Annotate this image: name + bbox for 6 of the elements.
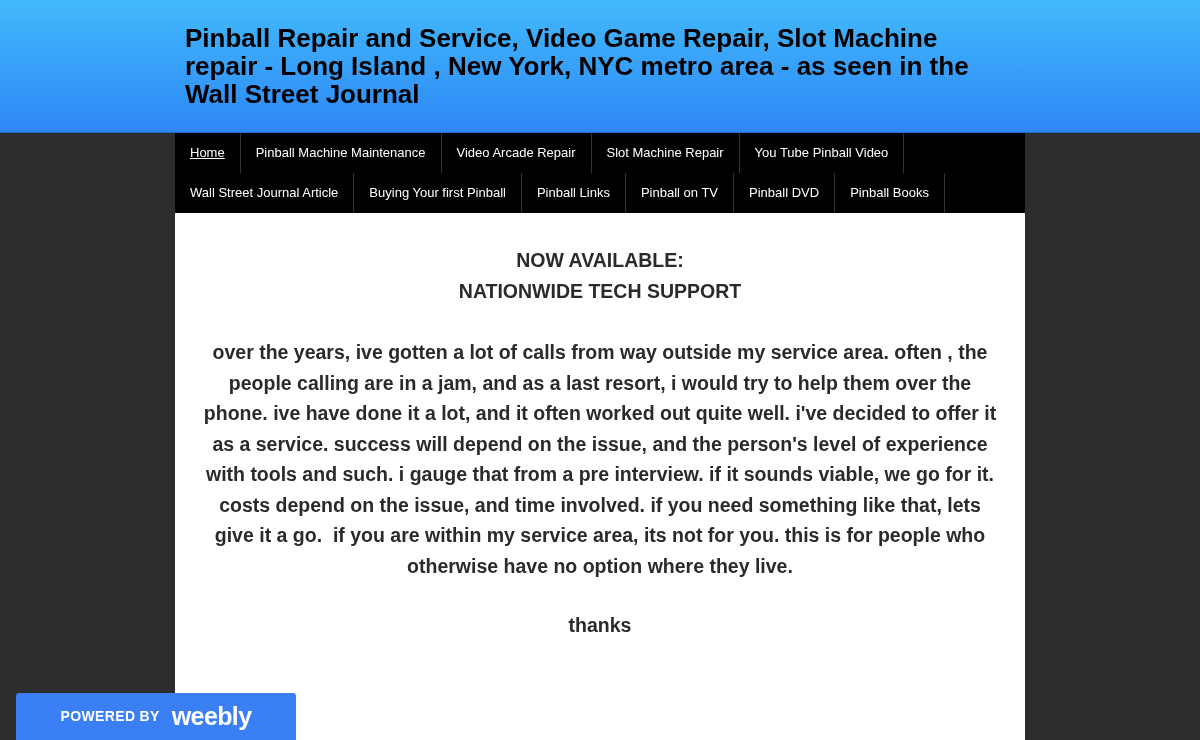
heading-text: NOW AVAILABLE: [516,248,684,273]
powered-by-badge[interactable]: POWERED BY weebly [16,693,296,740]
body-paragraph: over the years, ive gotten a lot of calls from way outside my service area. often , the people calling are in a jam, and as a last resort, i would try to help them over the phone. ive have done it a lot, and it often worked out quite well. i've decided to offer it as a service. success will depend on the issue, and the person's level of experience with tools and such. i gauge that from a pre interview. if it sounds viable, we go for it. costs depend on the issue, and time involved. if you need something like that, lets give it a go. if you are within my service area, its not for you. this is for people who otherwise have no option where they live. [202,340,998,579]
heading-text: NATIONWIDE TECH SUPPORT [458,279,742,304]
site-title: Pinball Repair and Service, Video Game Repair, Slot Machine repair - Long Island , New York, NYC metro area - as seen in the Wall Street Journal [185,24,970,108]
signoff-text: thanks [568,613,632,638]
